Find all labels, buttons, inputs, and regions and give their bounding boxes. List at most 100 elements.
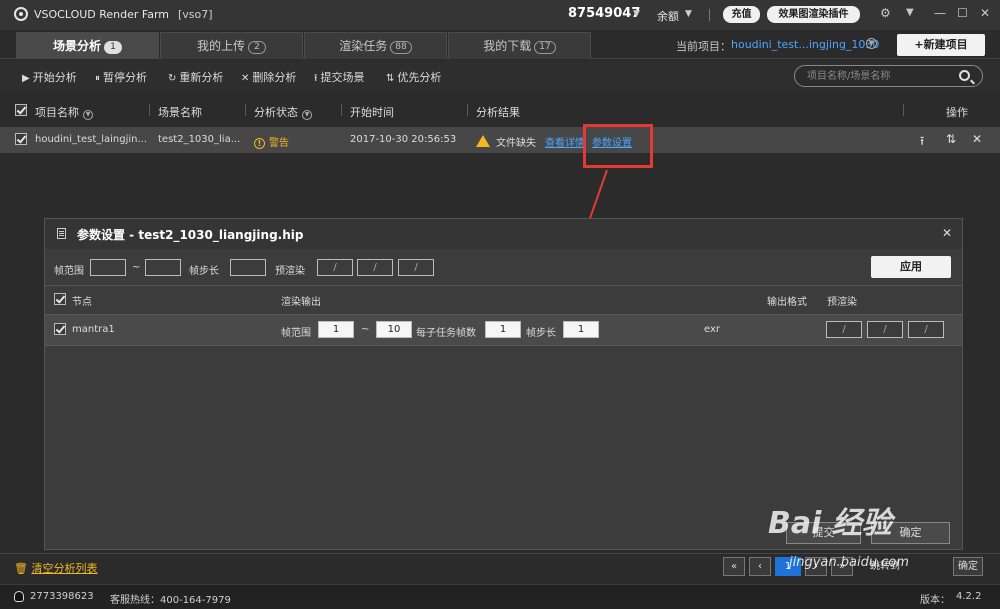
tab-count-badge: 17 bbox=[534, 41, 556, 54]
close-icon[interactable]: ✕ bbox=[972, 132, 982, 146]
row-frame-start-field[interactable]: 1 bbox=[318, 321, 354, 338]
status-bar: 2773398623 客服热线：400-164-7979 版本： 4.2.2 bbox=[0, 584, 1000, 609]
upload-icon[interactable]: ⭱ bbox=[920, 132, 924, 153]
tab-label: 场景分析 bbox=[52, 39, 101, 53]
new-project-button[interactable]: +新建项目 bbox=[897, 34, 985, 56]
col-prerender: 预渲染 bbox=[827, 297, 857, 308]
col-output-format: 输出格式 bbox=[767, 297, 807, 308]
col-scene-name: 场景名称 bbox=[158, 106, 202, 119]
tab-render-tasks[interactable]: 渲染任务 88 bbox=[304, 32, 447, 59]
view-details-link[interactable]: 查看详情 bbox=[545, 134, 585, 149]
close-icon[interactable]: ✕ bbox=[980, 6, 990, 20]
menu-dropdown-icon[interactable]: ▼ bbox=[906, 7, 914, 18]
prerender-field-1[interactable]: / bbox=[317, 259, 353, 276]
apply-button[interactable]: 应用 bbox=[871, 256, 951, 278]
node-checkbox[interactable] bbox=[54, 323, 66, 336]
search-box[interactable] bbox=[794, 65, 983, 87]
start-analysis-button[interactable]: ▶ 开始分析 bbox=[22, 69, 77, 85]
tab-count-badge: 1 bbox=[104, 41, 122, 54]
row-frame-end-field[interactable]: 10 bbox=[376, 321, 412, 338]
tab-bar: 场景分析 1 我的上传 2 渲染任务 88 我的下载 17 当前项目： houdini_… bbox=[0, 30, 1000, 59]
checkbox-icon[interactable] bbox=[15, 104, 27, 116]
row-prerender-field-1[interactable]: / bbox=[826, 321, 862, 338]
recharge-button[interactable]: 充值 bbox=[723, 6, 760, 23]
frame-end-field[interactable] bbox=[145, 259, 181, 276]
col-node: 节点 bbox=[72, 297, 92, 308]
col-project-name[interactable]: 项目名称 ▼ bbox=[35, 104, 93, 120]
tab-my-downloads[interactable]: 我的下载 17 bbox=[448, 32, 591, 59]
priority-analysis-button[interactable]: ⇅ 优先分析 bbox=[386, 69, 441, 85]
frame-start-field[interactable] bbox=[90, 259, 126, 276]
app-user-tag: [vso7] bbox=[178, 8, 213, 21]
delete-icon: ✕ bbox=[241, 73, 250, 84]
maximize-icon[interactable]: ☐ bbox=[957, 6, 968, 20]
prerender-field-2[interactable]: / bbox=[357, 259, 393, 276]
select-all-checkbox[interactable] bbox=[15, 104, 27, 117]
watermark-logo: Bai 经验 bbox=[768, 506, 892, 541]
step-label: 帧步长 bbox=[189, 266, 219, 277]
frames-per-task-field[interactable]: 1 bbox=[485, 321, 521, 338]
annotation-highlight-box bbox=[583, 124, 653, 168]
delete-analysis-button[interactable]: ✕ 删除分析 bbox=[241, 69, 296, 85]
status-text: 警告 bbox=[269, 138, 289, 149]
pause-analysis-button[interactable]: ⏸ 暂停分析 bbox=[95, 69, 147, 85]
divider bbox=[709, 9, 710, 21]
clear-list-link[interactable]: 🗑 清空分析列表 bbox=[14, 560, 97, 576]
submit-scene-button[interactable]: ⭱ 提交场景 bbox=[314, 69, 365, 88]
app-logo-icon bbox=[14, 7, 28, 21]
clear-list-label: 清空分析列表 bbox=[31, 562, 98, 575]
search-input[interactable] bbox=[807, 69, 957, 83]
version-label: 版本： bbox=[920, 595, 950, 606]
column-divider bbox=[341, 104, 342, 116]
dialog-table-header: 节点 渲染输出 输出格式 预渲染 bbox=[45, 285, 962, 311]
swap-icon[interactable]: ⇅ bbox=[946, 132, 956, 146]
node-name: mantra1 bbox=[72, 324, 115, 335]
balance-label[interactable]: 余额 bbox=[657, 8, 679, 24]
checkbox-icon[interactable] bbox=[15, 133, 27, 145]
row-step-label: 帧步长 bbox=[526, 328, 556, 339]
plugin-button[interactable]: 效果图渲染插件 bbox=[767, 6, 860, 23]
chevron-down-icon[interactable]: ▼ bbox=[83, 110, 93, 120]
row-step-field[interactable]: 1 bbox=[563, 321, 599, 338]
gear-icon[interactable]: ⚙ bbox=[880, 6, 891, 20]
search-icon[interactable] bbox=[959, 70, 970, 81]
tool-label: 暂停分析 bbox=[103, 71, 147, 84]
minimize-icon[interactable]: — bbox=[934, 6, 946, 20]
row-checkbox[interactable] bbox=[15, 133, 27, 146]
current-project-name[interactable]: houdini_test...ingjing_1030 bbox=[731, 38, 879, 51]
node-select-all[interactable] bbox=[54, 293, 66, 306]
chevron-down-icon[interactable]: ▼ bbox=[866, 38, 877, 49]
column-divider bbox=[903, 104, 904, 116]
tab-count-badge: 2 bbox=[248, 41, 266, 54]
qq-icon bbox=[14, 591, 24, 602]
dialog-header: 参数设置 - test2_1030_liangjing.hip ✕ bbox=[45, 219, 962, 249]
account-dropdown-icon[interactable]: ▼ bbox=[633, 9, 640, 19]
toolbar: ▶ 开始分析 ⏸ 暂停分析 ↻ 重新分析 ✕ 删除分析 ⭱ 提交场景 ⇅ 优先分析 bbox=[0, 60, 1000, 92]
col-analysis-status[interactable]: 分析状态 ▼ bbox=[254, 104, 312, 120]
tab-label: 我的下载 bbox=[483, 39, 532, 53]
row-prerender-field-2[interactable]: / bbox=[867, 321, 903, 338]
tab-my-uploads[interactable]: 我的上传 2 bbox=[160, 32, 303, 59]
chevron-down-icon[interactable]: ▼ bbox=[302, 110, 312, 120]
table-row[interactable]: houdini_test_laingjin... test2_1030_lia.… bbox=[0, 127, 1000, 153]
column-divider bbox=[149, 104, 150, 116]
close-icon[interactable]: ✕ bbox=[942, 226, 952, 240]
prerender-field-3[interactable]: / bbox=[398, 259, 434, 276]
account-id[interactable]: 87549047 bbox=[568, 6, 640, 21]
frame-range-label: 帧范围 bbox=[54, 266, 84, 277]
tab-scene-analysis[interactable]: 场景分析 1 bbox=[16, 32, 159, 59]
prev-page-button[interactable]: ‹ bbox=[749, 557, 771, 576]
tab-label: 我的上传 bbox=[196, 39, 245, 53]
balance-dropdown-icon[interactable]: ▼ bbox=[685, 9, 692, 19]
checkbox-icon[interactable] bbox=[54, 293, 66, 305]
row-prerender-field-3[interactable]: / bbox=[908, 321, 944, 338]
current-project-label: 当前项目： bbox=[676, 40, 731, 53]
first-page-button[interactable]: « bbox=[723, 557, 745, 576]
goto-confirm-button[interactable]: 确定 bbox=[953, 557, 983, 576]
prerender-label: 预渲染 bbox=[275, 266, 305, 277]
step-field[interactable] bbox=[230, 259, 266, 276]
reanalyze-button[interactable]: ↻ 重新分析 bbox=[168, 69, 223, 85]
row-start-time: 2017-10-30 20:56:53 bbox=[350, 134, 457, 145]
node-row[interactable]: mantra1 帧范围 1 ~ 10 每子任务帧数 1 帧步长 1 exr / … bbox=[45, 314, 962, 346]
checkbox-icon[interactable] bbox=[54, 323, 66, 335]
